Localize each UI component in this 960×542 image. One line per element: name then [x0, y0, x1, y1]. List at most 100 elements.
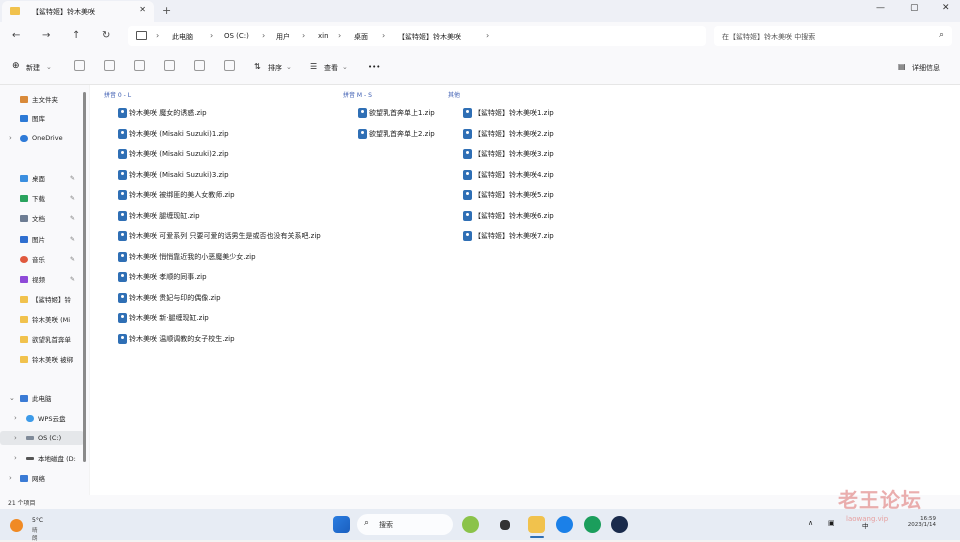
file-name: 铃木美咲 温顺调教的女子校生.zip	[129, 334, 235, 343]
address-bar[interactable]: › 此电脑 › OS (C:) › 用户 › xin › 桌面 › 【鲨特姬】铃…	[128, 26, 706, 46]
chevron-right-icon[interactable]: ›	[14, 434, 17, 442]
sidebar-item-wps-cloud[interactable]: › WPS云盘	[0, 411, 84, 425]
zip-file-icon	[118, 210, 127, 221]
zip-file-icon	[358, 108, 367, 118]
zip-file-icon	[463, 190, 472, 200]
file-item[interactable]: 铃木美咲 温顺调教的女子校生.zip	[118, 333, 235, 345]
sidebar-item-downloads[interactable]: 下载 ✎	[0, 191, 84, 205]
sidebar-item-onedrive[interactable]: › OneDrive	[0, 131, 84, 145]
taskbar-search[interactable]: ⌕ 搜索	[357, 514, 453, 535]
share-icon[interactable]	[194, 60, 205, 71]
cut-icon[interactable]	[74, 60, 85, 71]
tray-chevron-icon[interactable]: ∧	[808, 519, 813, 527]
file-item[interactable]: 铃木美咲 魔女的诱惑.zip	[118, 107, 207, 119]
zip-file-icon	[118, 292, 127, 303]
tab-current[interactable]: 【鲨特姬】铃木美咲 ✕	[2, 1, 154, 22]
back-arrow-icon[interactable]: ←	[12, 30, 20, 41]
task-view-icon[interactable]	[500, 520, 510, 530]
breadcrumb-xin[interactable]: xin	[318, 32, 329, 40]
delete-icon[interactable]	[224, 60, 235, 71]
file-item[interactable]: 铃木美咲 腿缠现缸.zip	[118, 210, 200, 222]
file-item[interactable]: 铃木美咲 (Misaki Suzuki)1.zip	[118, 128, 229, 140]
details-button[interactable]: 详细信息	[912, 63, 940, 73]
file-item[interactable]: 【鲨特姬】铃木美咲2.zip	[463, 128, 554, 140]
tray-app-icon[interactable]: ▣	[828, 519, 835, 527]
file-item[interactable]: 铃木美咲 (Misaki Suzuki)2.zip	[118, 148, 229, 160]
new-icon[interactable]: ⊕	[12, 61, 20, 71]
sort-button[interactable]: 排序	[268, 63, 282, 73]
file-explorer-icon[interactable]	[528, 516, 545, 533]
chevron-right-icon[interactable]: ›	[9, 474, 12, 482]
sidebar-item-drive-d[interactable]: › 本地磁盘 (D:	[0, 451, 84, 465]
steam-icon[interactable]	[611, 516, 628, 533]
file-item[interactable]: 铃木美咲 孝顺的同事.zip	[118, 271, 207, 283]
browser-icon[interactable]	[584, 516, 601, 533]
sidebar-item-this-pc[interactable]: ⌄ 此电脑	[0, 391, 84, 405]
new-tab-button[interactable]: +	[162, 4, 171, 17]
file-item[interactable]: 铃木美咲 贵妃与印的偶像.zip	[118, 292, 221, 304]
close-tab-icon[interactable]: ✕	[139, 5, 146, 14]
chevron-right-icon[interactable]: ›	[14, 414, 17, 422]
file-item[interactable]: 铃木美咲 可爱系列 只要可爱的话男生是或否也没有关系吧.zip	[118, 230, 321, 242]
search-input[interactable]: 在【鲨特姬】铃木美咲 中搜索 ⌕	[714, 26, 952, 46]
sort-icon[interactable]: ⇅	[254, 62, 261, 71]
sidebar-item-gallery[interactable]: 图库	[0, 111, 84, 125]
file-item[interactable]: 【鲨特姬】铃木美咲7.zip	[463, 230, 554, 242]
sidebar-item-videos[interactable]: 视频 ✎	[0, 272, 84, 286]
sidebar-item-folder-4[interactable]: 铃木美咲 被绑	[0, 352, 84, 366]
new-button[interactable]: 新建	[26, 63, 40, 73]
edge-icon[interactable]	[556, 516, 573, 533]
forward-arrow-icon[interactable]: →	[42, 30, 50, 41]
sidebar-item-pictures[interactable]: 图片 ✎	[0, 232, 84, 246]
copy-icon[interactable]	[104, 60, 115, 71]
breadcrumb-this-pc[interactable]: 此电脑	[172, 32, 193, 42]
file-item[interactable]: 【鲨特姬】铃木美咲4.zip	[463, 169, 554, 181]
view-icon[interactable]: ☰	[310, 62, 317, 71]
file-item[interactable]: 【鲨特姬】铃木美咲5.zip	[463, 189, 554, 201]
sidebar-item-os-c[interactable]: › OS (C:)	[0, 431, 84, 445]
breadcrumb-os-c[interactable]: OS (C:)	[224, 32, 249, 40]
file-item[interactable]: 铃木美咲 悄悄靠近我的小恶魔美少女.zip	[118, 251, 256, 263]
details-pane-icon[interactable]: ▤	[898, 62, 906, 71]
sidebar-scrollbar[interactable]	[83, 92, 86, 462]
more-button[interactable]: •••	[368, 63, 380, 71]
sidebar-item-music[interactable]: 音乐 ✎	[0, 252, 84, 266]
sidebar-item-desktop[interactable]: 桌面 ✎	[0, 171, 84, 185]
paste-icon[interactable]	[134, 60, 145, 71]
file-item[interactable]: 【鲨特姬】铃木美咲3.zip	[463, 148, 554, 160]
group-header[interactable]: 拼音 0 - L	[104, 90, 131, 99]
breadcrumb-desktop[interactable]: 桌面	[354, 32, 368, 42]
group-header[interactable]: 拼音 M - S	[343, 90, 372, 99]
widget-icon[interactable]	[462, 516, 479, 533]
file-item[interactable]: 铃木美咲 新·腿缠现缸.zip	[118, 312, 209, 324]
computer-icon	[136, 31, 147, 40]
rename-icon[interactable]	[164, 60, 175, 71]
breadcrumb-users[interactable]: 用户	[276, 32, 290, 42]
chevron-down-icon[interactable]: ⌄	[9, 394, 15, 402]
file-item[interactable]: 【鲨特姬】铃木美咲6.zip	[463, 210, 554, 222]
drive-icon	[26, 456, 34, 460]
file-item[interactable]: 欲望乳首奔单上1.zip	[358, 107, 435, 119]
refresh-icon[interactable]: ↻	[102, 30, 110, 41]
maximize-button[interactable]: ▢	[910, 3, 919, 13]
file-item[interactable]: 【鲨特姬】铃木美咲1.zip	[463, 107, 554, 119]
clock[interactable]: 16:59 2023/1/14	[900, 516, 936, 528]
up-arrow-icon[interactable]: ↑	[72, 30, 80, 41]
sidebar-item-folder-2[interactable]: 铃木美咲 (Mi	[0, 312, 84, 326]
breadcrumb-folder[interactable]: 【鲨特姬】铃木美咲	[398, 32, 461, 42]
sidebar-item-documents[interactable]: 文档 ✎	[0, 211, 84, 225]
file-item[interactable]: 铃木美咲 (Misaki Suzuki)3.zip	[118, 169, 229, 181]
minimize-button[interactable]: —	[876, 3, 885, 13]
sidebar-item-home[interactable]: 主文件夹	[0, 92, 84, 106]
sidebar-item-folder-1[interactable]: 【鲨特姬】铃	[0, 292, 84, 306]
start-icon[interactable]	[333, 516, 350, 533]
file-item[interactable]: 欲望乳首奔单上2.zip	[358, 128, 435, 140]
chevron-right-icon[interactable]: ›	[14, 454, 17, 462]
sidebar-item-folder-3[interactable]: 欲望乳首奔单	[0, 332, 84, 346]
view-button[interactable]: 查看	[324, 63, 338, 73]
chevron-right-icon[interactable]: ›	[9, 134, 12, 142]
file-item[interactable]: 铃木美咲 被绑匪的美人女教师.zip	[118, 189, 235, 201]
close-window-button[interactable]: ✕	[942, 3, 950, 13]
group-header[interactable]: 其他	[448, 90, 460, 99]
sidebar-item-network[interactable]: › 网络	[0, 471, 84, 485]
